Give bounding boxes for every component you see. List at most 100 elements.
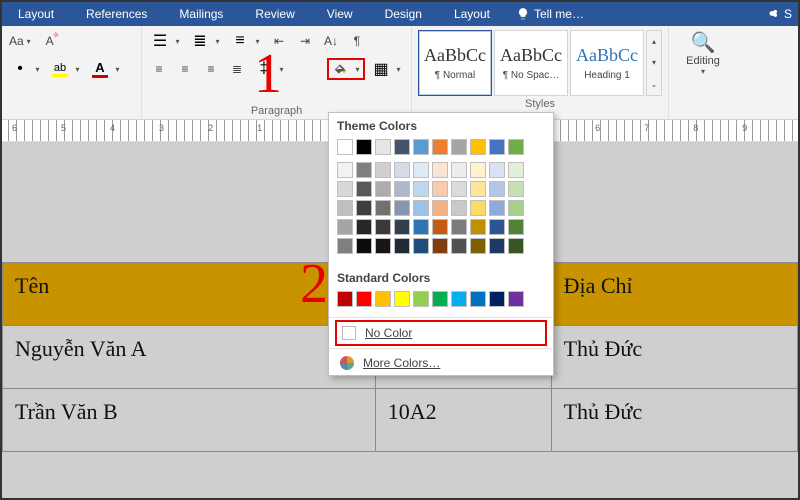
font-color-button[interactable]: A▾	[88, 58, 124, 80]
more-colors-item[interactable]: More Colors…	[329, 351, 553, 375]
table-row[interactable]: Trần Văn B 10A2 Thủ Đức	[3, 389, 798, 452]
table-cell[interactable]: Thủ Đức	[551, 326, 797, 389]
color-swatch[interactable]	[337, 181, 353, 197]
color-swatch[interactable]	[394, 219, 410, 235]
align-right-button[interactable]: ≡	[200, 58, 222, 80]
color-swatch[interactable]	[375, 139, 391, 155]
color-swatch[interactable]	[375, 291, 391, 307]
color-swatch[interactable]	[413, 139, 429, 155]
color-swatch[interactable]	[489, 219, 505, 235]
highlight-color-button[interactable]: ab▾	[48, 58, 84, 80]
color-swatch[interactable]	[432, 139, 448, 155]
color-swatch[interactable]	[489, 291, 505, 307]
tab-references[interactable]: References	[70, 2, 163, 26]
tab-mailings[interactable]: Mailings	[163, 2, 239, 26]
color-swatch[interactable]	[489, 238, 505, 254]
borders-button[interactable]: ▦▾	[369, 58, 405, 80]
color-swatch[interactable]	[394, 139, 410, 155]
color-swatch[interactable]	[451, 238, 467, 254]
color-swatch[interactable]	[470, 291, 486, 307]
color-swatch[interactable]	[413, 162, 429, 178]
color-swatch[interactable]	[508, 291, 524, 307]
color-swatch[interactable]	[508, 162, 524, 178]
color-swatch[interactable]	[451, 162, 467, 178]
color-swatch[interactable]	[508, 219, 524, 235]
color-swatch[interactable]	[337, 162, 353, 178]
color-swatch[interactable]	[394, 181, 410, 197]
tell-me-search[interactable]: Tell me…	[506, 7, 594, 21]
sort-button[interactable]: A↓	[320, 30, 342, 52]
color-swatch[interactable]	[470, 162, 486, 178]
color-swatch[interactable]	[470, 219, 486, 235]
table-cell[interactable]: Thủ Đức	[551, 389, 797, 452]
style-no-spacing[interactable]: AaBbCc ¶ No Spac…	[494, 30, 568, 96]
color-swatch[interactable]	[356, 219, 372, 235]
color-swatch[interactable]	[489, 200, 505, 216]
color-swatch[interactable]	[337, 291, 353, 307]
color-swatch[interactable]	[508, 181, 524, 197]
color-swatch[interactable]	[470, 181, 486, 197]
tab-layout-2[interactable]: Layout	[438, 2, 506, 26]
justify-button[interactable]: ≣	[226, 58, 248, 80]
color-swatch[interactable]	[337, 200, 353, 216]
table-cell[interactable]: Nguyễn Văn A	[3, 326, 376, 389]
color-swatch[interactable]	[451, 291, 467, 307]
style-normal[interactable]: AaBbCc ¶ Normal	[418, 30, 492, 96]
color-swatch[interactable]	[470, 139, 486, 155]
color-swatch[interactable]	[394, 238, 410, 254]
multilevel-list-button[interactable]: ≡▾	[228, 30, 264, 52]
color-swatch[interactable]	[489, 139, 505, 155]
header-cell[interactable]: Tên	[3, 263, 376, 326]
color-swatch[interactable]	[375, 181, 391, 197]
share-button[interactable]: S	[766, 2, 792, 26]
color-swatch[interactable]	[432, 181, 448, 197]
color-swatch[interactable]	[470, 238, 486, 254]
color-swatch[interactable]	[375, 219, 391, 235]
shading-button[interactable]: ▾	[327, 58, 365, 80]
color-swatch[interactable]	[394, 162, 410, 178]
color-swatch[interactable]	[356, 200, 372, 216]
tab-design[interactable]: Design	[369, 2, 438, 26]
no-color-item[interactable]: No Color	[337, 322, 545, 344]
color-swatch[interactable]	[413, 181, 429, 197]
color-swatch[interactable]	[470, 200, 486, 216]
color-swatch[interactable]	[356, 139, 372, 155]
color-swatch[interactable]	[375, 162, 391, 178]
color-swatch[interactable]	[413, 291, 429, 307]
color-swatch[interactable]	[337, 219, 353, 235]
tab-layout[interactable]: Layout	[2, 2, 70, 26]
color-swatch[interactable]	[432, 238, 448, 254]
line-spacing-button[interactable]: ‡▾	[252, 58, 288, 80]
color-swatch[interactable]	[451, 200, 467, 216]
color-swatch[interactable]	[432, 291, 448, 307]
color-swatch[interactable]	[432, 200, 448, 216]
numbering-button[interactable]: ≣▾	[188, 30, 224, 52]
clear-formatting-button[interactable]: A✧	[39, 30, 61, 52]
color-swatch[interactable]	[356, 291, 372, 307]
color-swatch[interactable]	[451, 181, 467, 197]
show-marks-button[interactable]: ¶	[346, 30, 368, 52]
color-swatch[interactable]	[508, 200, 524, 216]
decrease-indent-button[interactable]: ⇤	[268, 30, 290, 52]
color-swatch[interactable]	[356, 181, 372, 197]
bullets-button[interactable]: ☰▾	[148, 30, 184, 52]
color-swatch[interactable]	[432, 162, 448, 178]
color-swatch[interactable]	[489, 162, 505, 178]
color-swatch[interactable]	[508, 238, 524, 254]
tab-view[interactable]: View	[311, 2, 369, 26]
color-swatch[interactable]	[432, 219, 448, 235]
color-swatch[interactable]	[413, 219, 429, 235]
increase-indent-button[interactable]: ⇥	[294, 30, 316, 52]
color-swatch[interactable]	[356, 238, 372, 254]
header-cell[interactable]: Địa Chỉ	[551, 263, 797, 326]
editing-group[interactable]: 🔍 Editing ▾	[669, 26, 737, 119]
color-swatch[interactable]	[489, 181, 505, 197]
align-left-button[interactable]: ≡	[148, 58, 170, 80]
grow-shrink-bullets[interactable]: •▾	[8, 58, 44, 80]
color-swatch[interactable]	[413, 238, 429, 254]
color-swatch[interactable]	[451, 139, 467, 155]
color-swatch[interactable]	[394, 200, 410, 216]
style-heading-1[interactable]: AaBbCc Heading 1	[570, 30, 644, 96]
table-cell[interactable]: 10A2	[375, 389, 551, 452]
color-swatch[interactable]	[375, 200, 391, 216]
